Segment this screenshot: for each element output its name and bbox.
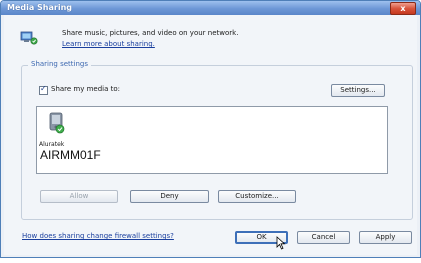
apply-button[interactable]: Apply (359, 231, 412, 244)
deny-button[interactable]: Deny (130, 190, 209, 203)
firewall-settings-link[interactable]: How does sharing change firewall setting… (22, 232, 174, 240)
share-media-checkbox[interactable]: ✓ (39, 84, 48, 95)
sharing-settings-label: Sharing settings (28, 60, 92, 68)
checkmark-icon: ✓ (40, 84, 47, 93)
close-button[interactable]: x (390, 2, 416, 15)
window-title: Media Sharing (7, 3, 73, 12)
share-media-label[interactable]: Share my media to: (51, 85, 120, 93)
settings-button[interactable]: Settings... (331, 84, 385, 97)
device-name[interactable]: Aluratek (39, 141, 64, 148)
customize-button[interactable]: Customize... (218, 190, 296, 203)
media-device-icon[interactable] (45, 111, 67, 135)
network-share-icon (20, 31, 38, 45)
mouse-cursor-icon (276, 236, 286, 250)
allow-button[interactable]: Allow (40, 190, 118, 203)
device-id[interactable]: AIRMM01F (40, 148, 101, 162)
intro-text: Share music, pictures, and video on your… (62, 29, 239, 37)
device-list[interactable] (36, 106, 388, 174)
cancel-button[interactable]: Cancel (297, 231, 350, 244)
learn-more-link[interactable]: Learn more about sharing. (62, 40, 155, 48)
title-bar[interactable]: Media Sharing x (1, 1, 420, 15)
